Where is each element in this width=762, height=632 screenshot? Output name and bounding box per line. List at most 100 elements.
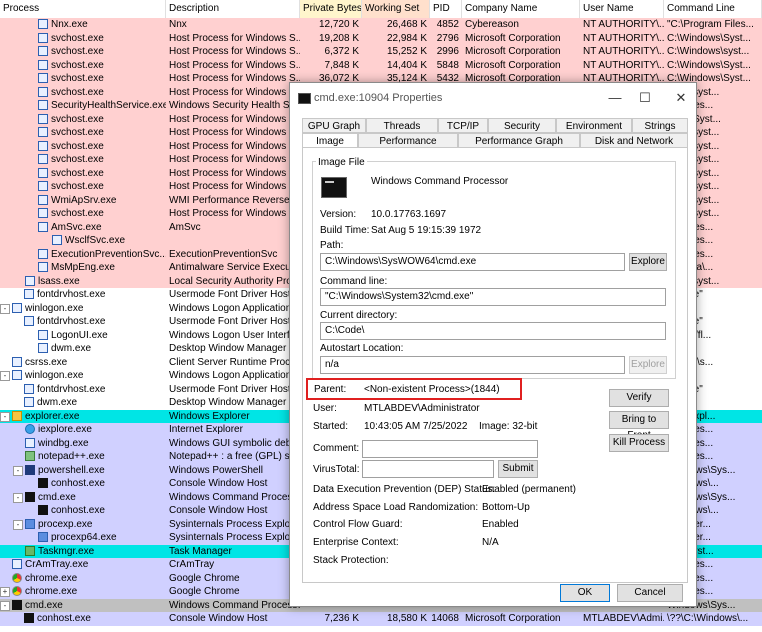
process-name: LogonUI.exe [51,329,108,341]
company-cell: Cybereason [462,18,580,32]
collapse-icon[interactable]: - [13,519,23,530]
path-field[interactable]: C:\Windows\SysWOW64\cmd.exe [320,253,625,271]
expand-icon[interactable]: + [0,587,10,597]
explore-path-button[interactable]: Explore [629,253,667,271]
table-row[interactable]: svchost.exe Host Process for Windows S...… [0,31,762,45]
minimize-icon[interactable]: — [604,89,626,107]
process-name-cell: - procexp.exe [0,517,166,531]
kill-process-button[interactable]: Kill Process [609,434,669,452]
image-bits: Image: 32-bit [479,421,538,432]
process-icon [12,410,22,421]
current-directory-field[interactable]: C:\Code\ [320,322,666,340]
process-icon [24,383,34,394]
tab-threads[interactable]: Threads [366,118,438,133]
process-name-cell: svchost.exe [0,180,166,194]
verify-button[interactable]: Verify [609,389,669,407]
tab-strings[interactable]: Strings [632,118,688,133]
command-line-field[interactable]: "C:\Windows\System32\cmd.exe" [320,288,666,306]
tab-environment[interactable]: Environment [556,118,632,133]
process-name: svchost.exe [51,113,104,125]
tab-performance-graph[interactable]: Performance Graph [458,133,580,148]
description-cell: Usermode Font Driver Host [166,315,300,329]
col-company[interactable]: Company Name [462,0,580,18]
description-cell: Console Window Host [166,612,300,626]
path-label: Path: [320,240,344,251]
submit-button[interactable]: Submit [498,460,538,478]
close-icon[interactable]: ✕ [670,89,692,107]
table-row[interactable]: svchost.exe Host Process for Windows S...… [0,45,762,59]
process-icon [25,451,35,461]
description-cell: Console Window Host [166,477,300,491]
dialog-title: cmd.exe:10904 Properties [314,92,443,104]
col-process[interactable]: Process [0,0,166,18]
collapse-icon[interactable]: - [0,371,10,381]
description-cell: Console Window Host [166,504,300,518]
process-name: svchost.exe [51,167,104,179]
description-cell: Client Server Runtime Process [166,355,300,369]
process-name: chrome.exe [25,586,78,597]
process-name-cell: svchost.exe [0,45,166,59]
pb-cell: 7,236 K [300,612,362,626]
process-name: svchost.exe [51,46,104,57]
ws-cell: 26,468 K [362,18,430,32]
description-cell: Host Process for Windows S... [166,85,300,99]
tab-gpu-graph[interactable]: GPU Graph [302,118,366,133]
description-cell: Antimalware Service Execut... [166,261,300,275]
process-name: cmd.exe [38,491,76,503]
process-name-cell: svchost.exe [0,112,166,126]
cancel-button[interactable]: Cancel [617,584,683,602]
tab-security[interactable]: Security [488,118,556,133]
dep-label: Data Execution Prevention (DEP) Status: [313,484,496,495]
process-name-cell: windbg.exe [0,436,166,450]
col-command-line[interactable]: Command Line [664,0,762,18]
table-row[interactable]: conhost.exe Console Window Host 7,236 K 18,… [0,612,762,626]
bring-to-front-button[interactable]: Bring to Front [609,411,669,441]
process-name-cell: svchost.exe [0,207,166,221]
tab-disk-network[interactable]: Disk and Network [580,133,688,148]
process-name: fontdrvhost.exe [37,383,106,395]
process-name-cell: conhost.exe [0,504,166,518]
ok-button[interactable]: OK [560,584,610,602]
collapse-icon[interactable]: - [0,303,10,314]
table-row[interactable]: Nnx.exe Nnx 12,720 K 26,468 K 4852 Cybereason… [0,18,762,32]
user-cell: MTLABDEV\Admi... [580,612,664,626]
explore-autostart-button[interactable]: Explore [629,356,667,374]
collapse-icon[interactable]: - [0,600,10,611]
tab-tcpip[interactable]: TCP/IP [438,118,488,133]
collapse-icon[interactable]: - [13,492,23,503]
collapse-icon[interactable]: - [0,411,10,422]
ws-cell: 15,252 K [362,45,430,59]
col-user[interactable]: User Name [580,0,664,18]
process-name: WmiApSrv.exe [51,194,117,206]
process-icon [38,73,48,83]
aslr-value: Bottom-Up [482,502,530,513]
col-description[interactable]: Description [166,0,300,18]
tab-performance[interactable]: Performance [358,133,458,148]
dialog-titlebar[interactable]: cmd.exe:10904 Properties — ☐ ✕ [290,83,696,113]
autostart-field[interactable]: n/a [320,356,625,374]
table-row[interactable]: svchost.exe Host Process for Windows S...… [0,58,762,72]
process-name-cell: iexplore.exe [0,423,166,437]
col-private-bytes[interactable]: Private Bytes [300,0,362,18]
maximize-icon[interactable]: ☐ [634,89,656,107]
process-icon [38,505,48,515]
cmd-cell: C:\Windows\syst... [664,45,762,59]
process-name: notepad++.exe [38,451,105,462]
current-directory-label: Current directory: [320,310,398,321]
process-icon [38,167,48,178]
process-icon [24,397,34,407]
tab-image[interactable]: Image [302,133,358,148]
process-name-cell: CrAmTray.exe [0,558,166,572]
col-pid[interactable]: PID [430,0,462,18]
process-icon [25,491,35,502]
process-icon [38,154,48,164]
description-cell: Windows Command Processor [166,490,300,504]
description-cell: Host Process for Windows S... [166,207,300,221]
description-cell: Sysinternals Process Explorer [166,517,300,531]
process-icon [38,194,48,205]
collapse-icon[interactable]: - [13,465,23,476]
process-name-cell: dwm.exe [0,396,166,410]
col-working-set[interactable]: Working Set [362,0,430,18]
comment-field[interactable] [362,440,538,458]
process-icon [38,478,48,488]
